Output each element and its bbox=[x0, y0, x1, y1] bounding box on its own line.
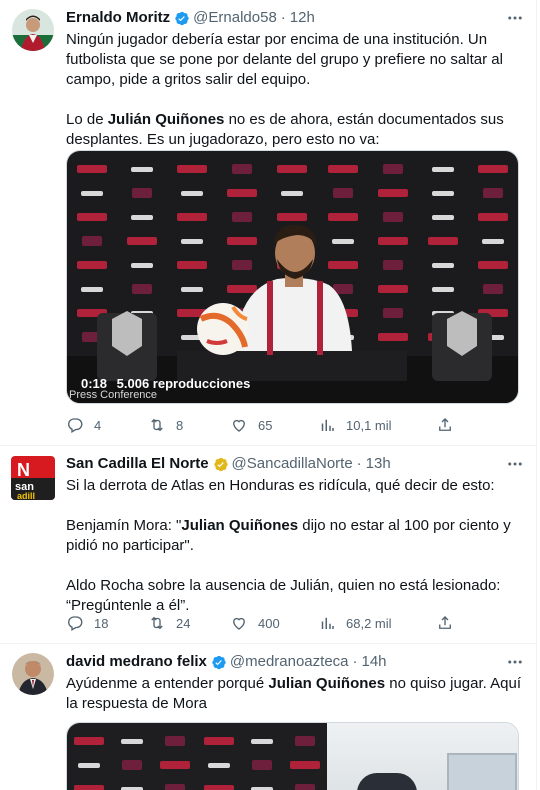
room-background bbox=[327, 723, 518, 790]
timestamp[interactable]: 12h bbox=[290, 8, 315, 28]
views-button[interactable]: 10,1 mil bbox=[318, 416, 436, 434]
tweet-header: david medrano felix @medranoazteca · 14h bbox=[66, 652, 497, 672]
analytics-icon bbox=[321, 617, 334, 629]
share-icon bbox=[439, 616, 451, 629]
svg-text:N: N bbox=[17, 460, 30, 480]
media-image[interactable] bbox=[66, 722, 519, 790]
share-button[interactable] bbox=[436, 416, 464, 434]
video-player[interactable]: 0:18 5.006 reproducciones Press Conferen… bbox=[66, 150, 519, 404]
separator-dot: · bbox=[352, 653, 358, 670]
tweet-text: Ningún jugador debería estar por encima … bbox=[66, 30, 523, 150]
tweet-paragraph: Lo de Julián Quiñones no es de ahora, es… bbox=[66, 111, 504, 148]
share-button[interactable] bbox=[436, 614, 464, 632]
tweet-text: Ayúdenme a entender porqué Julian Quiñon… bbox=[66, 674, 523, 714]
svg-text:adill: adill bbox=[17, 491, 35, 500]
retweet-icon bbox=[151, 418, 163, 432]
reply-icon bbox=[68, 418, 83, 433]
retweet-button[interactable]: 24 bbox=[148, 614, 230, 632]
like-button[interactable]: 400 bbox=[230, 614, 318, 632]
tweet-actions: 18 24 400 68,2 mil bbox=[66, 613, 466, 633]
more-options-icon[interactable] bbox=[505, 8, 525, 28]
retweet-icon bbox=[151, 616, 163, 630]
avatar[interactable]: N san adill bbox=[11, 456, 55, 500]
reply-button[interactable]: 18 bbox=[66, 614, 148, 632]
separator-dot: · bbox=[356, 455, 362, 472]
highlight-text: Julián Quiñones bbox=[107, 111, 225, 128]
heart-icon bbox=[233, 617, 245, 630]
tweet-paragraph: Aldo Rocha sobre la ausencia de Julián, … bbox=[66, 577, 501, 614]
highlight-text: Julian Quiñones bbox=[181, 517, 299, 534]
more-options-icon[interactable] bbox=[505, 652, 525, 672]
reply-icon bbox=[68, 616, 83, 631]
verified-gold-badge-icon[interactable] bbox=[212, 456, 229, 473]
video-caption: Press Conference bbox=[69, 389, 158, 401]
views-button[interactable]: 68,2 mil bbox=[318, 614, 436, 632]
analytics-icon bbox=[321, 419, 334, 431]
author-handle[interactable]: @medranoazteca bbox=[230, 652, 349, 672]
verified-badge-icon[interactable] bbox=[210, 654, 227, 671]
tweet-sancadilla[interactable]: N san adill San Cadilla El Norte @Sancad… bbox=[0, 446, 536, 644]
avatar[interactable] bbox=[12, 653, 54, 695]
timestamp[interactable]: 14h bbox=[362, 652, 387, 672]
author-name[interactable]: Ernaldo Moritz bbox=[66, 8, 170, 28]
heart-icon bbox=[233, 419, 245, 432]
highlight-text: Julian Quiñones bbox=[268, 675, 386, 692]
tweet-paragraph: Si la derrota de Atlas en Honduras es ri… bbox=[66, 477, 495, 494]
press-conference-scene bbox=[67, 224, 518, 403]
tweet-ernaldo[interactable]: Ernaldo Moritz @Ernaldo58 · 12h Ningún j… bbox=[0, 0, 536, 446]
tweet-paragraph: Ningún jugador debería estar por encima … bbox=[66, 31, 503, 88]
avatar[interactable] bbox=[12, 9, 54, 51]
sponsor-backdrop bbox=[67, 723, 327, 790]
tweet-actions: 4 8 65 10,1 mil bbox=[66, 415, 466, 435]
share-icon bbox=[439, 418, 451, 431]
verified-badge-icon[interactable] bbox=[173, 10, 190, 27]
timestamp[interactable]: 13h bbox=[366, 454, 391, 474]
author-name[interactable]: San Cadilla El Norte bbox=[66, 454, 209, 474]
more-options-icon[interactable] bbox=[505, 454, 525, 474]
tweet-paragraph: Ayúdenme a entender porqué Julian Quiñon… bbox=[66, 675, 522, 712]
tweet-text: Si la derrota de Atlas en Honduras es ri… bbox=[66, 476, 523, 616]
separator-dot: · bbox=[280, 9, 286, 26]
author-handle[interactable]: @Ernaldo58 bbox=[193, 8, 277, 28]
like-button[interactable]: 65 bbox=[230, 416, 318, 434]
timeline-feed: Ernaldo Moritz @Ernaldo58 · 12h Ningún j… bbox=[0, 0, 537, 790]
tweet-paragraph: Benjamín Mora: "Julian Quiñones dijo no … bbox=[66, 517, 511, 554]
tweet-medrano[interactable]: david medrano felix @medranoazteca · 14h… bbox=[0, 644, 536, 790]
author-name[interactable]: david medrano felix bbox=[66, 652, 207, 672]
tweet-header: San Cadilla El Norte @SancadillaNorte · … bbox=[66, 454, 497, 474]
tweet-header: Ernaldo Moritz @Ernaldo58 · 12h bbox=[66, 8, 497, 28]
reply-button[interactable]: 4 bbox=[66, 416, 148, 434]
author-handle[interactable]: @SancadillaNorte bbox=[232, 454, 353, 474]
retweet-button[interactable]: 8 bbox=[148, 416, 230, 434]
